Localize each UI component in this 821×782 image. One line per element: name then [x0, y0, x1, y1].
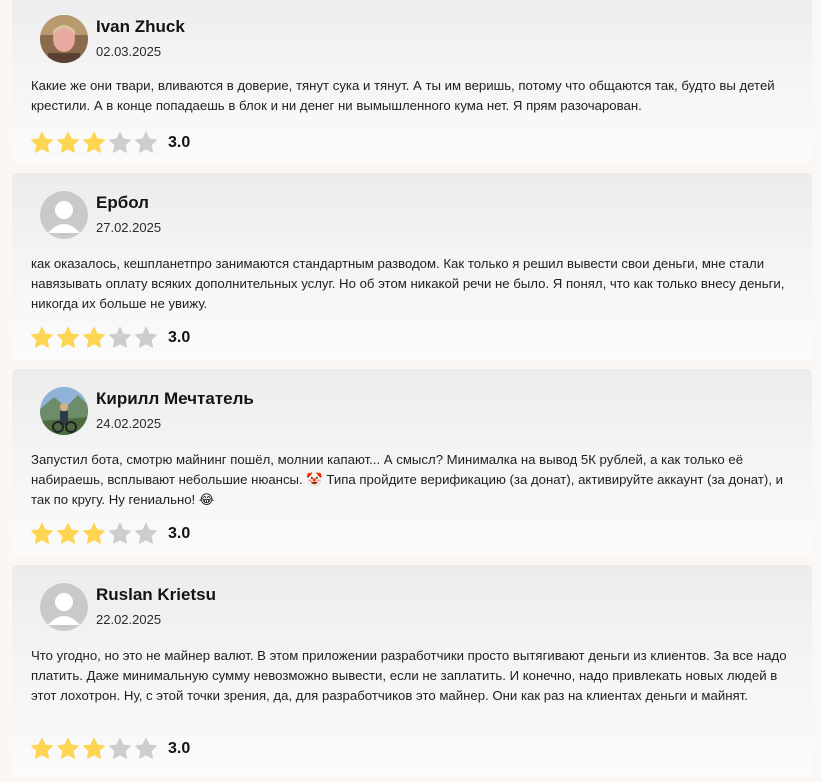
review-text: Какие же они твари, вливаются в доверие,… [31, 78, 775, 113]
review-author: Ербол [96, 193, 149, 212]
review-text: как оказалось, кешпланетпро занимаются с… [31, 256, 785, 311]
star-icon [82, 326, 106, 350]
rating-score: 3.0 [168, 329, 191, 346]
review-author: Ivan Zhuck [96, 17, 185, 36]
star-rating: 3.0 [30, 131, 190, 155]
star-icon [56, 131, 80, 155]
star-icon [82, 737, 106, 761]
review-date: 27.02.2025 [96, 220, 162, 235]
avatar [40, 387, 88, 435]
rating-score: 3.0 [168, 525, 191, 542]
star-icon [30, 326, 54, 350]
review-author: Кирилл Мечтатель [96, 389, 254, 408]
review-text: Что угодно, но это не майнер валют. В эт… [31, 648, 787, 703]
rating-score: 3.0 [168, 134, 191, 151]
star-icon [134, 737, 158, 761]
star-icon [82, 522, 106, 546]
star-icon [108, 131, 132, 155]
review-text: Запустил бота, смотрю майнинг пошёл, мол… [31, 452, 783, 507]
review-author: Ruslan Krietsu [96, 585, 216, 604]
review-card: Ivan Zhuck 02.03.2025 Какие же они твари… [12, 0, 812, 162]
review-card: Ruslan Krietsu 22.02.2025 Что угодно, но… [12, 565, 812, 775]
star-rating: 3.0 [30, 326, 190, 350]
star-icon [108, 326, 132, 350]
star-icon [134, 326, 158, 350]
star-rating: 3.0 [30, 522, 190, 546]
star-icon [30, 737, 54, 761]
reviews-list: Ivan Zhuck 02.03.2025 Какие же они твари… [0, 0, 821, 782]
star-rating: 3.0 [30, 737, 190, 761]
star-icon [134, 131, 158, 155]
review-date: 22.02.2025 [96, 612, 162, 627]
star-icon [82, 131, 106, 155]
star-icon [108, 522, 132, 546]
avatar [40, 15, 88, 63]
star-icon [56, 737, 80, 761]
review-date: 02.03.2025 [96, 44, 162, 59]
star-icon [134, 522, 158, 546]
rating-score: 3.0 [168, 740, 191, 757]
star-icon [30, 131, 54, 155]
star-icon [56, 326, 80, 350]
star-icon [30, 522, 54, 546]
review-card: Ербол 27.02.2025 как оказалось, кешплане… [12, 173, 812, 359]
star-icon [108, 737, 132, 761]
review-date: 24.02.2025 [96, 416, 162, 431]
star-icon [56, 522, 80, 546]
avatar-placeholder [40, 583, 88, 631]
avatar-placeholder [40, 191, 88, 239]
review-card: Кирилл Мечтатель 24.02.2025 Запустил бот… [12, 369, 812, 555]
